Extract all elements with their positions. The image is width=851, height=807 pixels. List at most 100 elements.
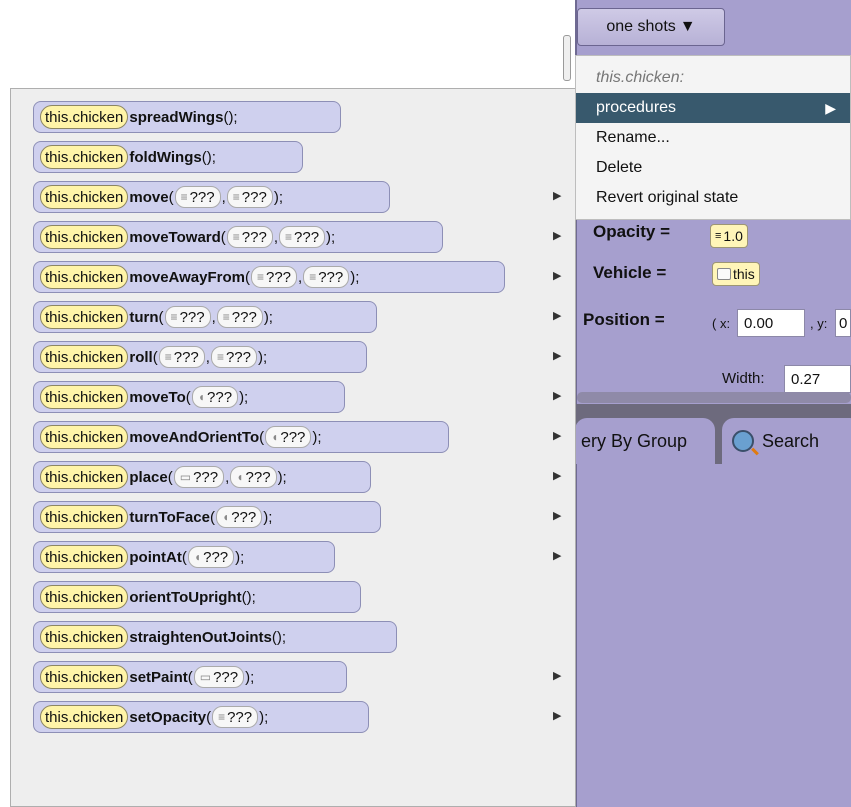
argument-slot[interactable]: ≡??? bbox=[216, 306, 263, 328]
argument-slot[interactable]: ≡??? bbox=[250, 266, 298, 288]
procedure-row-moveAwayFrom[interactable]: this.chicken moveAwayFrom(≡???, ≡???); ▶ bbox=[11, 257, 575, 297]
position-y-field[interactable]: 0 bbox=[835, 309, 851, 337]
procedure-name: pointAt bbox=[129, 548, 182, 566]
paren-close: ); bbox=[257, 348, 268, 366]
argument-slot[interactable]: ≡??? bbox=[158, 346, 205, 368]
procedure-name: straightenOutJoints bbox=[129, 628, 272, 646]
procedure-tile[interactable]: this.chicken move(≡???, ≡???); bbox=[33, 181, 390, 213]
procedure-name: setOpacity bbox=[129, 708, 207, 726]
procedure-row-straightenOutJoints[interactable]: this.chicken straightenOutJoints(); bbox=[11, 617, 575, 657]
argument-placeholder: ??? bbox=[294, 228, 320, 246]
context-menu: this.chicken: procedures ▶ Rename... Del… bbox=[575, 55, 851, 220]
procedure-tile[interactable]: this.chicken moveAndOrientTo(◖???); bbox=[33, 421, 449, 453]
submenu-arrow-icon: ▶ bbox=[553, 270, 562, 282]
paren-open: ( bbox=[185, 388, 191, 406]
argument-placeholder: ??? bbox=[225, 348, 251, 366]
submenu-arrow-icon: ▶ bbox=[553, 350, 562, 362]
procedure-row-setOpacity[interactable]: this.chicken setOpacity(≡???); ▶ bbox=[11, 697, 575, 737]
procedure-row-setPaint[interactable]: this.chicken setPaint(▭???); ▶ bbox=[11, 657, 575, 697]
procedure-row-moveToward[interactable]: this.chicken moveToward(≡???, ≡???); ▶ bbox=[11, 217, 575, 257]
argument-type-icon: ◖ bbox=[221, 510, 230, 524]
procedure-name: moveAndOrientTo bbox=[129, 428, 260, 446]
argument-slot[interactable]: ≡??? bbox=[303, 266, 350, 288]
paren-open: ( bbox=[220, 228, 226, 246]
procedure-row-move[interactable]: this.chicken move(≡???, ≡???); ▶ bbox=[11, 177, 575, 217]
procedure-row-turn[interactable]: this.chicken turn(≡???, ≡???); ▶ bbox=[11, 297, 575, 337]
procedure-tile[interactable]: this.chicken roll(≡???, ≡???); bbox=[33, 341, 367, 373]
horizontal-scrollbar[interactable] bbox=[577, 392, 851, 403]
procedure-name: turn bbox=[129, 308, 159, 326]
argument-slot[interactable]: ▭??? bbox=[193, 666, 245, 688]
procedure-row-place[interactable]: this.chicken place(▭???, ◖???); ▶ bbox=[11, 457, 575, 497]
arg-separator: , bbox=[273, 228, 278, 246]
procedure-row-foldWings[interactable]: this.chicken foldWings(); bbox=[11, 137, 575, 177]
menu-item-revert[interactable]: Revert original state bbox=[576, 183, 850, 213]
procedure-name: foldWings bbox=[129, 148, 202, 166]
argument-slot[interactable]: ◖??? bbox=[215, 506, 263, 528]
paren-close: ); bbox=[245, 668, 255, 686]
argument-slot[interactable]: ≡??? bbox=[164, 306, 211, 328]
menu-item-rename[interactable]: Rename... bbox=[576, 123, 850, 153]
argument-type-icon: ≡ bbox=[222, 310, 230, 324]
procedure-row-spreadWings[interactable]: this.chicken spreadWings(); bbox=[11, 97, 575, 137]
procedure-row-turnToFace[interactable]: this.chicken turnToFace(◖???); ▶ bbox=[11, 497, 575, 537]
paren-close: ); bbox=[228, 108, 238, 126]
argument-type-icon: ≡ bbox=[285, 230, 293, 244]
paren-close: ); bbox=[263, 308, 273, 326]
argument-slot[interactable]: ≡??? bbox=[212, 706, 259, 728]
procedure-tile[interactable]: this.chicken orientToUpright(); bbox=[33, 581, 361, 613]
submenu-arrow-icon: ▶ bbox=[553, 710, 562, 722]
opacity-value[interactable]: ≡ 1.0 bbox=[710, 224, 748, 248]
argument-type-icon: ▭ bbox=[179, 470, 192, 484]
argument-slot[interactable]: ≡??? bbox=[279, 226, 326, 248]
position-x-label: ( x: bbox=[712, 316, 731, 331]
procedure-tile[interactable]: this.chicken pointAt(◖???); bbox=[33, 541, 335, 573]
argument-slot[interactable]: ◖??? bbox=[187, 546, 235, 568]
procedure-tile[interactable]: this.chicken setOpacity(≡???); bbox=[33, 701, 369, 733]
procedure-tile[interactable]: this.chicken place(▭???, ◖???); bbox=[33, 461, 371, 493]
argument-placeholder: ??? bbox=[241, 228, 267, 246]
procedure-row-moveAndOrientTo[interactable]: this.chicken moveAndOrientTo(◖???); ▶ bbox=[11, 417, 575, 457]
tab-by-group[interactable]: ery By Group bbox=[575, 418, 715, 464]
argument-slot[interactable]: ◖??? bbox=[191, 386, 239, 408]
argument-slot[interactable]: ▭??? bbox=[173, 466, 225, 488]
menu-item-revert-label: Revert original state bbox=[596, 189, 739, 206]
splitter-handle[interactable] bbox=[563, 35, 571, 81]
procedure-tile[interactable]: this.chicken foldWings(); bbox=[33, 141, 303, 173]
procedure-row-roll[interactable]: this.chicken roll(≡???, ≡???); ▶ bbox=[11, 337, 575, 377]
argument-placeholder: ??? bbox=[245, 468, 271, 486]
one-shots-dropdown[interactable]: one shots ▼ bbox=[577, 8, 725, 46]
procedure-tile[interactable]: this.chicken spreadWings(); bbox=[33, 101, 341, 133]
position-x-field[interactable]: 0.00 bbox=[737, 309, 805, 337]
number-icon: ≡ bbox=[715, 230, 722, 242]
procedure-tile[interactable]: this.chicken straightenOutJoints(); bbox=[33, 621, 397, 653]
submenu-arrow-icon: ▶ bbox=[553, 510, 562, 522]
argument-slot[interactable]: ≡??? bbox=[210, 346, 257, 368]
procedure-tile[interactable]: this.chicken turnToFace(◖???); bbox=[33, 501, 381, 533]
procedure-tile[interactable]: this.chicken moveTo(◖???); bbox=[33, 381, 345, 413]
vehicle-value[interactable]: this bbox=[712, 262, 760, 286]
tab-search[interactable]: Search bbox=[722, 418, 851, 464]
width-field[interactable]: 0.27 bbox=[784, 365, 851, 393]
paren-close: ); bbox=[273, 188, 283, 206]
procedure-tile[interactable]: this.chicken setPaint(▭???); bbox=[33, 661, 347, 693]
argument-slot[interactable]: ≡??? bbox=[226, 186, 273, 208]
argument-placeholder: ??? bbox=[241, 188, 267, 206]
paren-open: ( bbox=[168, 188, 174, 206]
procedure-tile[interactable]: this.chicken moveToward(≡???, ≡???); bbox=[33, 221, 443, 253]
menu-item-delete[interactable]: Delete bbox=[576, 153, 850, 183]
target-chip: this.chicken bbox=[40, 305, 129, 329]
procedure-tile[interactable]: this.chicken turn(≡???, ≡???); bbox=[33, 301, 377, 333]
position-label: Position = bbox=[583, 310, 665, 329]
procedure-row-pointAt[interactable]: this.chicken pointAt(◖???); ▶ bbox=[11, 537, 575, 577]
procedure-row-moveTo[interactable]: this.chicken moveTo(◖???); ▶ bbox=[11, 377, 575, 417]
argument-slot[interactable]: ≡??? bbox=[226, 226, 273, 248]
procedure-tile[interactable]: this.chicken moveAwayFrom(≡???, ≡???); bbox=[33, 261, 505, 293]
argument-slot[interactable]: ◖??? bbox=[230, 466, 277, 488]
procedure-row-orientToUpright[interactable]: this.chicken orientToUpright(); bbox=[11, 577, 575, 617]
argument-slot[interactable]: ≡??? bbox=[174, 186, 221, 208]
argument-placeholder: ??? bbox=[213, 668, 239, 686]
argument-slot[interactable]: ◖??? bbox=[265, 426, 312, 448]
menu-item-procedures[interactable]: procedures ▶ bbox=[576, 93, 850, 123]
arg-separator: , bbox=[211, 308, 216, 326]
